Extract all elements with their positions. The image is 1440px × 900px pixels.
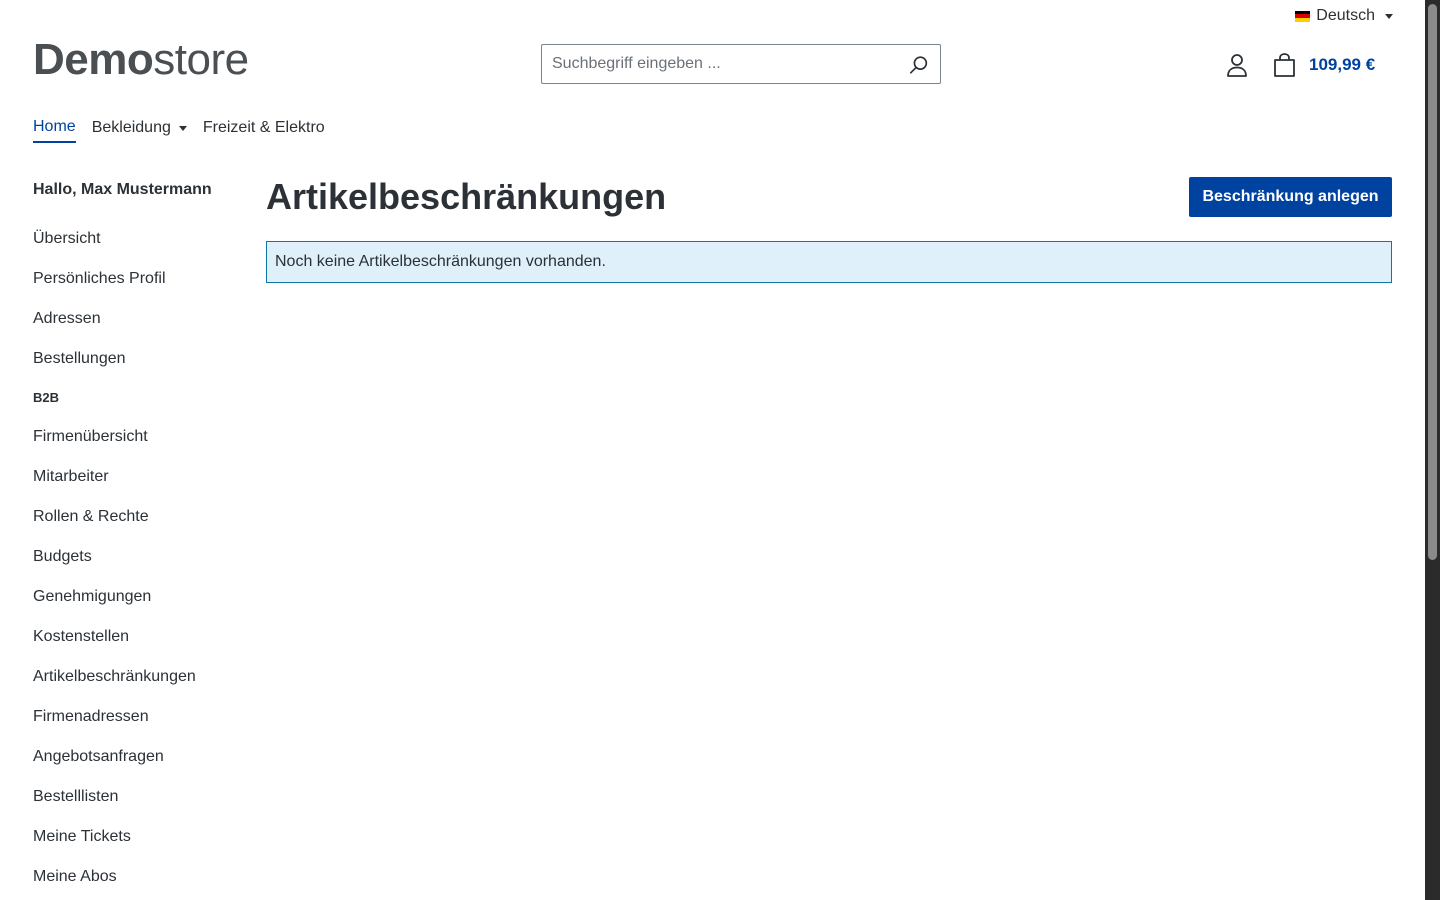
sidebar-item-company-overview[interactable]: Firmenübersicht [33,427,253,467]
logo-bold-text: Demo [33,35,154,84]
search-input[interactable] [542,46,892,82]
shopping-bag-icon [1274,53,1295,77]
nav-item-bekleidung[interactable]: Bekleidung [92,118,187,143]
nav-item-home[interactable]: Home [33,118,76,143]
account-icon[interactable] [1225,52,1249,78]
sidebar-item-subscriptions[interactable]: Meine Abos [33,867,253,900]
sidebar-item-company-addresses[interactable]: Firmenadressen [33,707,253,747]
sidebar-item-cost-centers[interactable]: Kostenstellen [33,627,253,667]
sidebar-item-roles[interactable]: Rollen & Rechte [33,507,253,547]
sidebar-item-tickets[interactable]: Meine Tickets [33,827,253,867]
germany-flag-icon [1295,10,1311,22]
cart-button[interactable]: 109,99 € [1272,52,1375,78]
sidebar-item-approvals[interactable]: Genehmigungen [33,587,253,627]
chevron-down-icon [178,125,187,131]
sidebar-item-addresses[interactable]: Adressen [33,309,253,349]
nav-item-freizeit-elektro[interactable]: Freizeit & Elektro [203,118,325,143]
main-navigation: Home Bekleidung Freizeit & Elektro [33,118,325,143]
search-form [541,44,941,84]
empty-state-alert: Noch keine Artikelbeschränkungen vorhand… [266,241,1392,283]
nav-item-label: Home [33,118,76,135]
account-menu: Übersicht Persönliches Profil Adressen B… [33,229,253,900]
sidebar-section-b2b: B2B [33,390,60,405]
sidebar-item-employees[interactable]: Mitarbeiter [33,467,253,507]
account-sidebar: Hallo, Max Mustermann Übersicht Persönli… [33,180,253,900]
empty-state-message: Noch keine Artikelbeschränkungen vorhand… [275,253,606,270]
logo-light-text: store [153,35,249,84]
language-switcher[interactable]: Deutsch [1295,7,1393,25]
nav-item-label: Bekleidung [91,119,171,136]
sidebar-item-overview[interactable]: Übersicht [33,229,253,269]
cart-total: 109,99 € [1309,55,1376,74]
sidebar-item-orders[interactable]: Bestellungen [33,349,253,389]
page-title: Artikelbeschränkungen [266,176,667,217]
language-label: Deutsch [1316,7,1375,24]
nav-item-label: Freizeit & Elektro [202,119,325,136]
sidebar-item-order-lists[interactable]: Bestelllisten [33,787,253,827]
store-logo[interactable]: Demostore [33,38,249,82]
create-restriction-button[interactable]: Beschränkung anlegen [1189,177,1392,217]
vertical-scrollbar[interactable] [1425,0,1440,900]
sidebar-item-budgets[interactable]: Budgets [33,547,253,587]
account-greeting: Hallo, Max Mustermann [33,181,212,198]
search-icon[interactable] [908,54,930,76]
sidebar-item-product-restrictions[interactable]: Artikelbeschränkungen [33,667,253,707]
scrollbar-thumb[interactable] [1428,4,1437,560]
sidebar-item-quote-requests[interactable]: Angebotsanfragen [33,747,253,787]
chevron-down-icon [1385,13,1393,19]
sidebar-item-profile[interactable]: Persönliches Profil [33,269,253,309]
